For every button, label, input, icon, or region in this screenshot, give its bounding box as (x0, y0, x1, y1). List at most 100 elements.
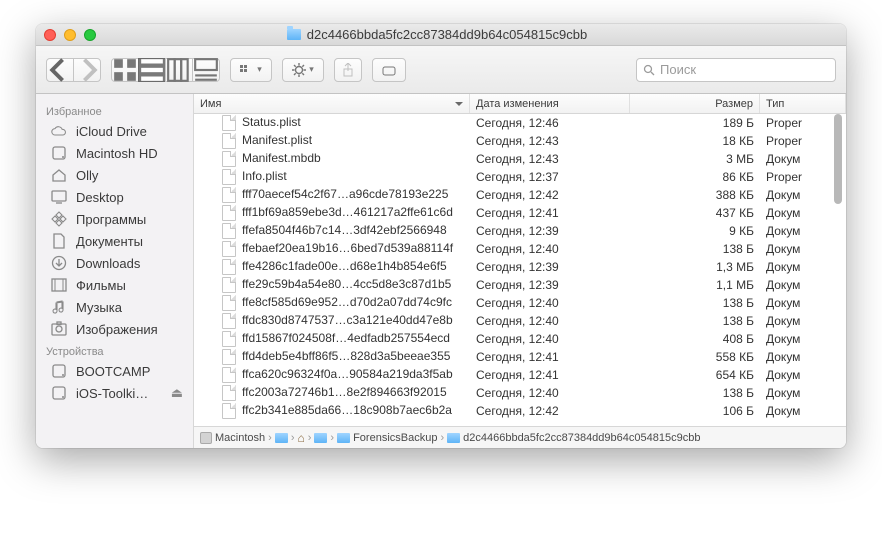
forward-button[interactable] (73, 58, 101, 82)
path-item[interactable] (275, 433, 288, 443)
share-button[interactable] (334, 58, 362, 82)
path-bar: Macintosh››⌂››ForensicsBackup›d2c4466bbd… (194, 426, 846, 448)
file-row[interactable]: ffdc830d8747537…c3a121e40dd47e8bСегодня,… (194, 312, 846, 330)
path-item[interactable]: ⌂ (297, 431, 304, 445)
sidebar-device[interactable]: iOS-Toolki…⏏ (36, 382, 193, 404)
file-row[interactable]: ffe29c59b4a54e80…4cc5d8e3c87d1b5Сегодня,… (194, 276, 846, 294)
file-date: Сегодня, 12:43 (470, 134, 630, 148)
sidebar-device[interactable]: BOOTCAMP (36, 360, 193, 382)
file-row[interactable]: Status.plistСегодня, 12:46189 БProper (194, 114, 846, 132)
file-size: 9 КБ (630, 224, 760, 238)
icon-view-button[interactable] (111, 58, 139, 82)
file-row[interactable]: ffc2003a72746b1…8e2f894663f92015Сегодня,… (194, 384, 846, 402)
file-date: Сегодня, 12:41 (470, 206, 630, 220)
file-row[interactable]: ffebaef20ea19b16…6bed7d539a88114f Сегодня… (194, 240, 846, 258)
file-size: 1,3 МБ (630, 260, 760, 274)
back-button[interactable] (46, 58, 74, 82)
column-name[interactable]: Имя (194, 94, 470, 113)
file-row[interactable]: ffe4286c1fade00e…d68e1h4b854e6f5Сегодня,… (194, 258, 846, 276)
list-view-button[interactable] (138, 58, 166, 82)
search-field[interactable]: Поиск (636, 58, 836, 82)
file-row[interactable]: ffca620c96324f0a…90584a219da3f5abСегодня… (194, 366, 846, 384)
file-name: ffebaef20ea19b16…6bed7d539a88114f (242, 241, 453, 255)
sidebar-item-desktop[interactable]: Desktop (36, 186, 193, 208)
file-icon (222, 169, 236, 185)
file-icon (222, 403, 236, 419)
sidebar-item-label: Музыка (76, 300, 122, 315)
path-label: ForensicsBackup (353, 432, 437, 444)
coverflow-view-button[interactable] (192, 58, 220, 82)
sidebar-item-apps[interactable]: Программы (36, 208, 193, 230)
path-item[interactable]: ForensicsBackup (337, 432, 437, 444)
sidebar-item-docs[interactable]: Документы (36, 230, 193, 252)
file-size: 138 Б (630, 386, 760, 400)
column-date[interactable]: Дата изменения (470, 94, 630, 113)
file-rows: Status.plistСегодня, 12:46189 БProperMan… (194, 114, 846, 426)
scrollbar[interactable] (831, 114, 845, 414)
sidebar-item-hdd[interactable]: Macintosh HD (36, 142, 193, 164)
sidebar-item-downloads[interactable]: Downloads (36, 252, 193, 274)
hdd-icon (200, 432, 212, 444)
file-row[interactable]: Manifest.plistСегодня, 12:4318 КБProper (194, 132, 846, 150)
file-icon (222, 313, 236, 329)
file-date: Сегодня, 12:40 (470, 314, 630, 328)
column-size[interactable]: Размер (630, 94, 760, 113)
file-date: Сегодня, 12:46 (470, 116, 630, 130)
close-button[interactable] (44, 29, 56, 41)
file-icon (222, 277, 236, 293)
file-size: 138 Б (630, 242, 760, 256)
tags-button[interactable] (372, 58, 406, 82)
file-date: Сегодня, 12:40 (470, 242, 630, 256)
file-date: Сегодня, 12:37 (470, 170, 630, 184)
scroll-thumb[interactable] (834, 114, 842, 204)
toolbar: ▾ ▾ Поиск (36, 46, 846, 94)
eject-icon[interactable]: ⏏ (171, 385, 183, 401)
movies-icon (50, 277, 68, 293)
file-icon (222, 367, 236, 383)
file-row[interactable]: fff1bf69a859ebe3d…461217a2ffe61c6dСегодн… (194, 204, 846, 222)
arrange-button[interactable]: ▾ (230, 58, 272, 82)
file-row[interactable]: ffe8cf585d69e952…d70d2a07dd74c9fcСегодня… (194, 294, 846, 312)
file-icon (222, 259, 236, 275)
file-size: 408 Б (630, 332, 760, 346)
file-row[interactable]: ffd15867f024508f…4edfadb257554ecdСегодня… (194, 330, 846, 348)
sidebar-item-music[interactable]: Музыка (36, 296, 193, 318)
file-name: ffc2b341e885da66…18c908b7aec6b2a (242, 403, 452, 417)
file-name: ffca620c96324f0a…90584a219da3f5ab (242, 367, 453, 381)
titlebar: d2c4466bbda5fc2cc87384dd9b64c054815c9cbb (36, 24, 846, 46)
file-date: Сегодня, 12:40 (470, 386, 630, 400)
file-row[interactable]: Manifest.mbdbСегодня, 12:433 МБДокум (194, 150, 846, 168)
sidebar-item-movies[interactable]: Фильмы (36, 274, 193, 296)
column-kind[interactable]: Тип (760, 94, 846, 113)
sidebar-item-home[interactable]: Olly (36, 164, 193, 186)
file-row[interactable]: ffefa8504f46b7c14…3df42ebf2566948Сегодня… (194, 222, 846, 240)
zoom-button[interactable] (84, 29, 96, 41)
path-item[interactable] (314, 433, 327, 443)
file-row[interactable]: ffd4deb5e4bff86f5…828d3a5beeae355Сегодня… (194, 348, 846, 366)
action-button[interactable]: ▾ (282, 58, 324, 82)
file-name: ffefa8504f46b7c14…3df42ebf2566948 (242, 223, 447, 237)
window-controls (44, 29, 96, 41)
file-row[interactable]: fff70aecef54c2f67…a96cde78193e225Сегодня… (194, 186, 846, 204)
file-date: Сегодня, 12:42 (470, 404, 630, 418)
file-date: Сегодня, 12:39 (470, 278, 630, 292)
file-name: Status.plist (242, 115, 301, 129)
file-name: ffe8cf585d69e952…d70d2a07dd74c9fc (242, 295, 452, 309)
file-size: 106 Б (630, 404, 760, 418)
file-row[interactable]: ffc2b341e885da66…18c908b7aec6b2a Сегодня,… (194, 402, 846, 420)
favorites-header: Избранное (36, 100, 193, 120)
hdd-icon (50, 145, 68, 161)
file-row[interactable]: Info.plistСегодня, 12:3786 КБProper (194, 168, 846, 186)
minimize-button[interactable] (64, 29, 76, 41)
path-item[interactable]: d2c4466bbda5fc2cc87384dd9b64c054815c9cbb (447, 432, 700, 444)
path-item[interactable]: Macintosh (200, 432, 265, 444)
file-icon (222, 241, 236, 257)
column-view-button[interactable] (165, 58, 193, 82)
file-size: 138 Б (630, 314, 760, 328)
pictures-icon (50, 321, 68, 337)
file-size: 1,1 МБ (630, 278, 760, 292)
sidebar-item-pictures[interactable]: Изображения (36, 318, 193, 340)
sidebar-item-cloud[interactable]: iCloud Drive (36, 120, 193, 142)
path-label: Macintosh (215, 432, 265, 444)
file-name: Manifest.plist (242, 133, 312, 147)
